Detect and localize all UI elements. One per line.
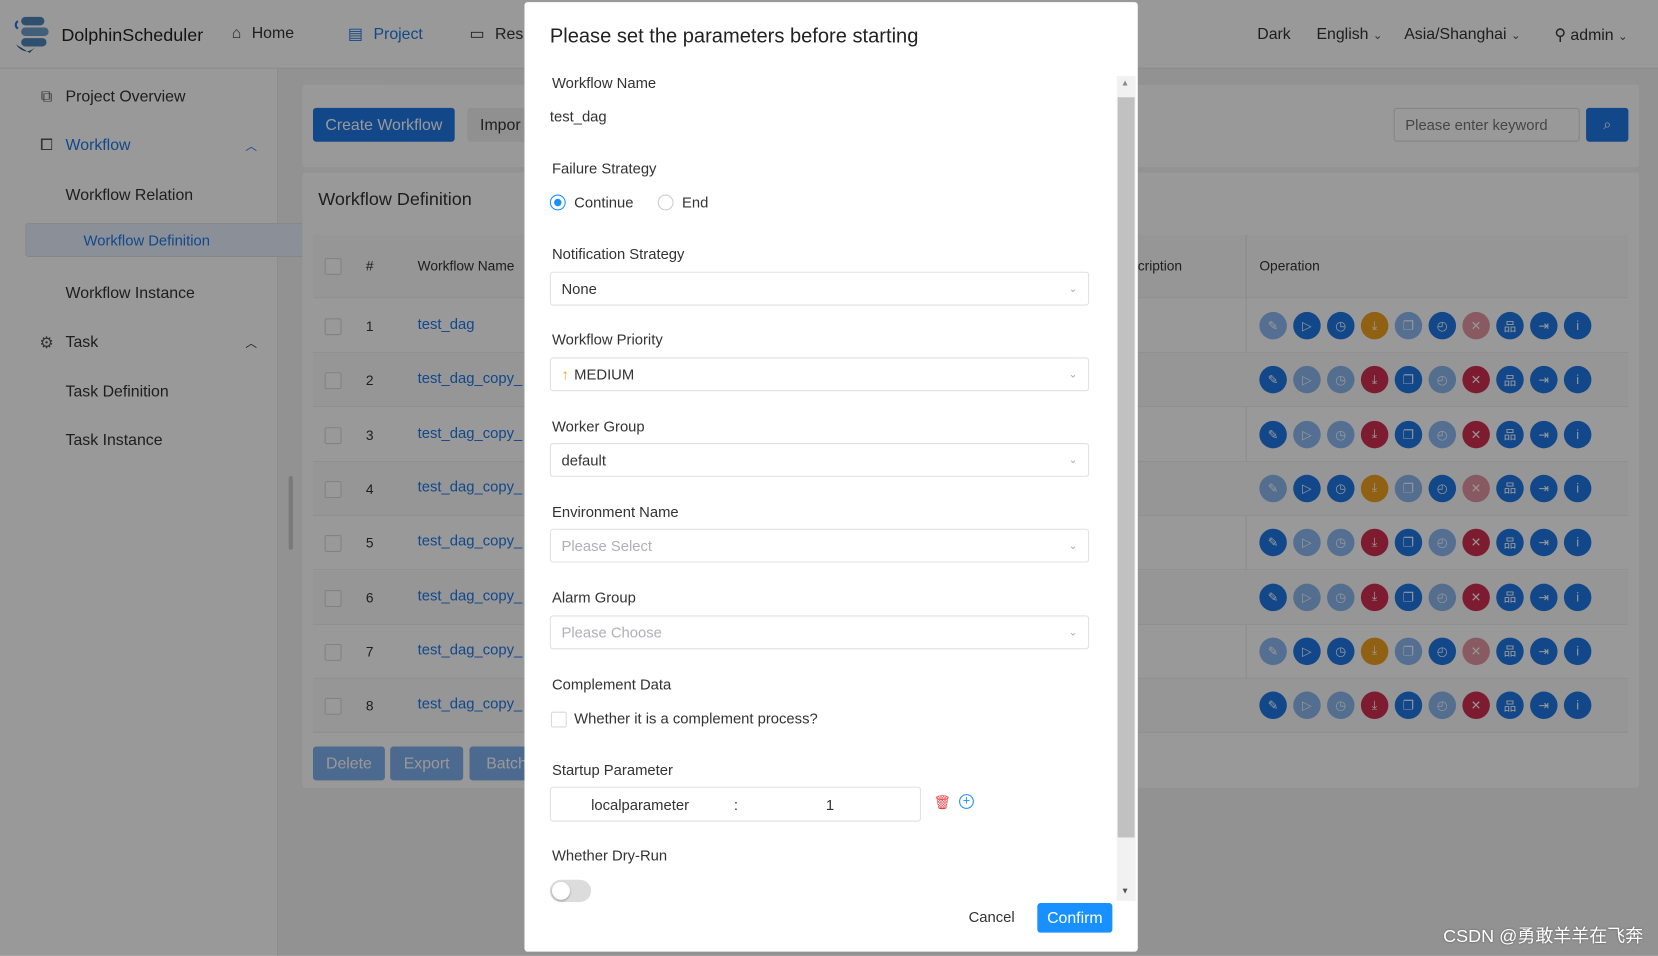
worker-group-value: default — [561, 451, 606, 469]
notification-strategy-label: Notification Strategy — [551, 245, 685, 263]
workflow-name-label: Workflow Name — [551, 74, 657, 91]
chevron-down-icon: ⌄ — [1068, 368, 1078, 381]
arrow-up-icon: ↑ — [561, 365, 569, 383]
scroll-down-icon[interactable]: ▼ — [1121, 886, 1129, 896]
chevron-down-icon: ⌄ — [1068, 454, 1078, 466]
startup-parameter-label: Startup Parameter — [551, 761, 673, 779]
confirm-button[interactable]: Confirm — [1037, 903, 1113, 933]
dry-run-label: Whether Dry-Run — [551, 846, 668, 864]
complement-checkbox-label: Whether it is a complement process? — [574, 709, 818, 727]
delete-parameter-icon[interactable]: 🗑︎ — [934, 794, 951, 811]
notification-value: None — [561, 280, 597, 298]
notification-strategy-select[interactable]: None ⌄ — [549, 271, 1090, 306]
start-parameters-dialog: Please set the parameters before startin… — [524, 2, 1138, 952]
add-parameter-icon[interactable]: + — [959, 794, 974, 809]
chevron-down-icon: ⌄ — [1068, 282, 1078, 295]
startup-parameter-input[interactable]: localparameter : 1 — [549, 786, 921, 822]
failure-strategy-label: Failure Strategy — [551, 159, 657, 177]
environment-name-label: Environment Name — [551, 503, 679, 521]
dry-run-toggle[interactable] — [549, 879, 592, 902]
radio-continue-label: Continue — [574, 193, 634, 211]
environment-placeholder: Please Select — [561, 537, 653, 555]
radio-continue[interactable] — [549, 194, 566, 211]
param-separator: : — [733, 796, 738, 814]
radio-end[interactable] — [657, 194, 674, 211]
workflow-priority-label: Workflow Priority — [551, 330, 663, 348]
dialog-title: Please set the parameters before startin… — [549, 25, 919, 48]
radio-end-label: End — [682, 193, 709, 211]
alarm-group-label: Alarm Group — [551, 588, 636, 606]
workflow-priority-select[interactable]: ↑ MEDIUM ⌄ — [549, 357, 1090, 392]
param-key: localparameter — [591, 796, 690, 814]
watermark: CSDN @勇敢羊羊在飞奔 — [1443, 926, 1644, 947]
complement-data-label: Complement Data — [551, 675, 672, 693]
alarm-placeholder: Please Choose — [561, 623, 662, 641]
param-value: 1 — [825, 796, 835, 814]
chevron-down-icon: ⌄ — [1068, 539, 1078, 552]
dialog-scrollbar[interactable]: ▲ ▼ — [1116, 76, 1136, 901]
priority-value: MEDIUM — [574, 365, 635, 383]
scroll-up-icon[interactable]: ▲ — [1121, 78, 1129, 88]
workflow-name-value: test_dag — [549, 107, 607, 125]
alarm-group-select[interactable]: Please Choose ⌄ — [549, 615, 1090, 650]
chevron-down-icon: ⌄ — [1068, 626, 1078, 639]
complement-checkbox[interactable] — [550, 711, 567, 728]
worker-group-select[interactable]: default ⌄ — [549, 443, 1090, 477]
environment-select[interactable]: Please Select ⌄ — [549, 528, 1090, 563]
worker-group-label: Worker Group — [551, 417, 645, 435]
scrollbar-thumb[interactable] — [1117, 97, 1135, 838]
cancel-button[interactable]: Cancel — [969, 908, 1015, 925]
